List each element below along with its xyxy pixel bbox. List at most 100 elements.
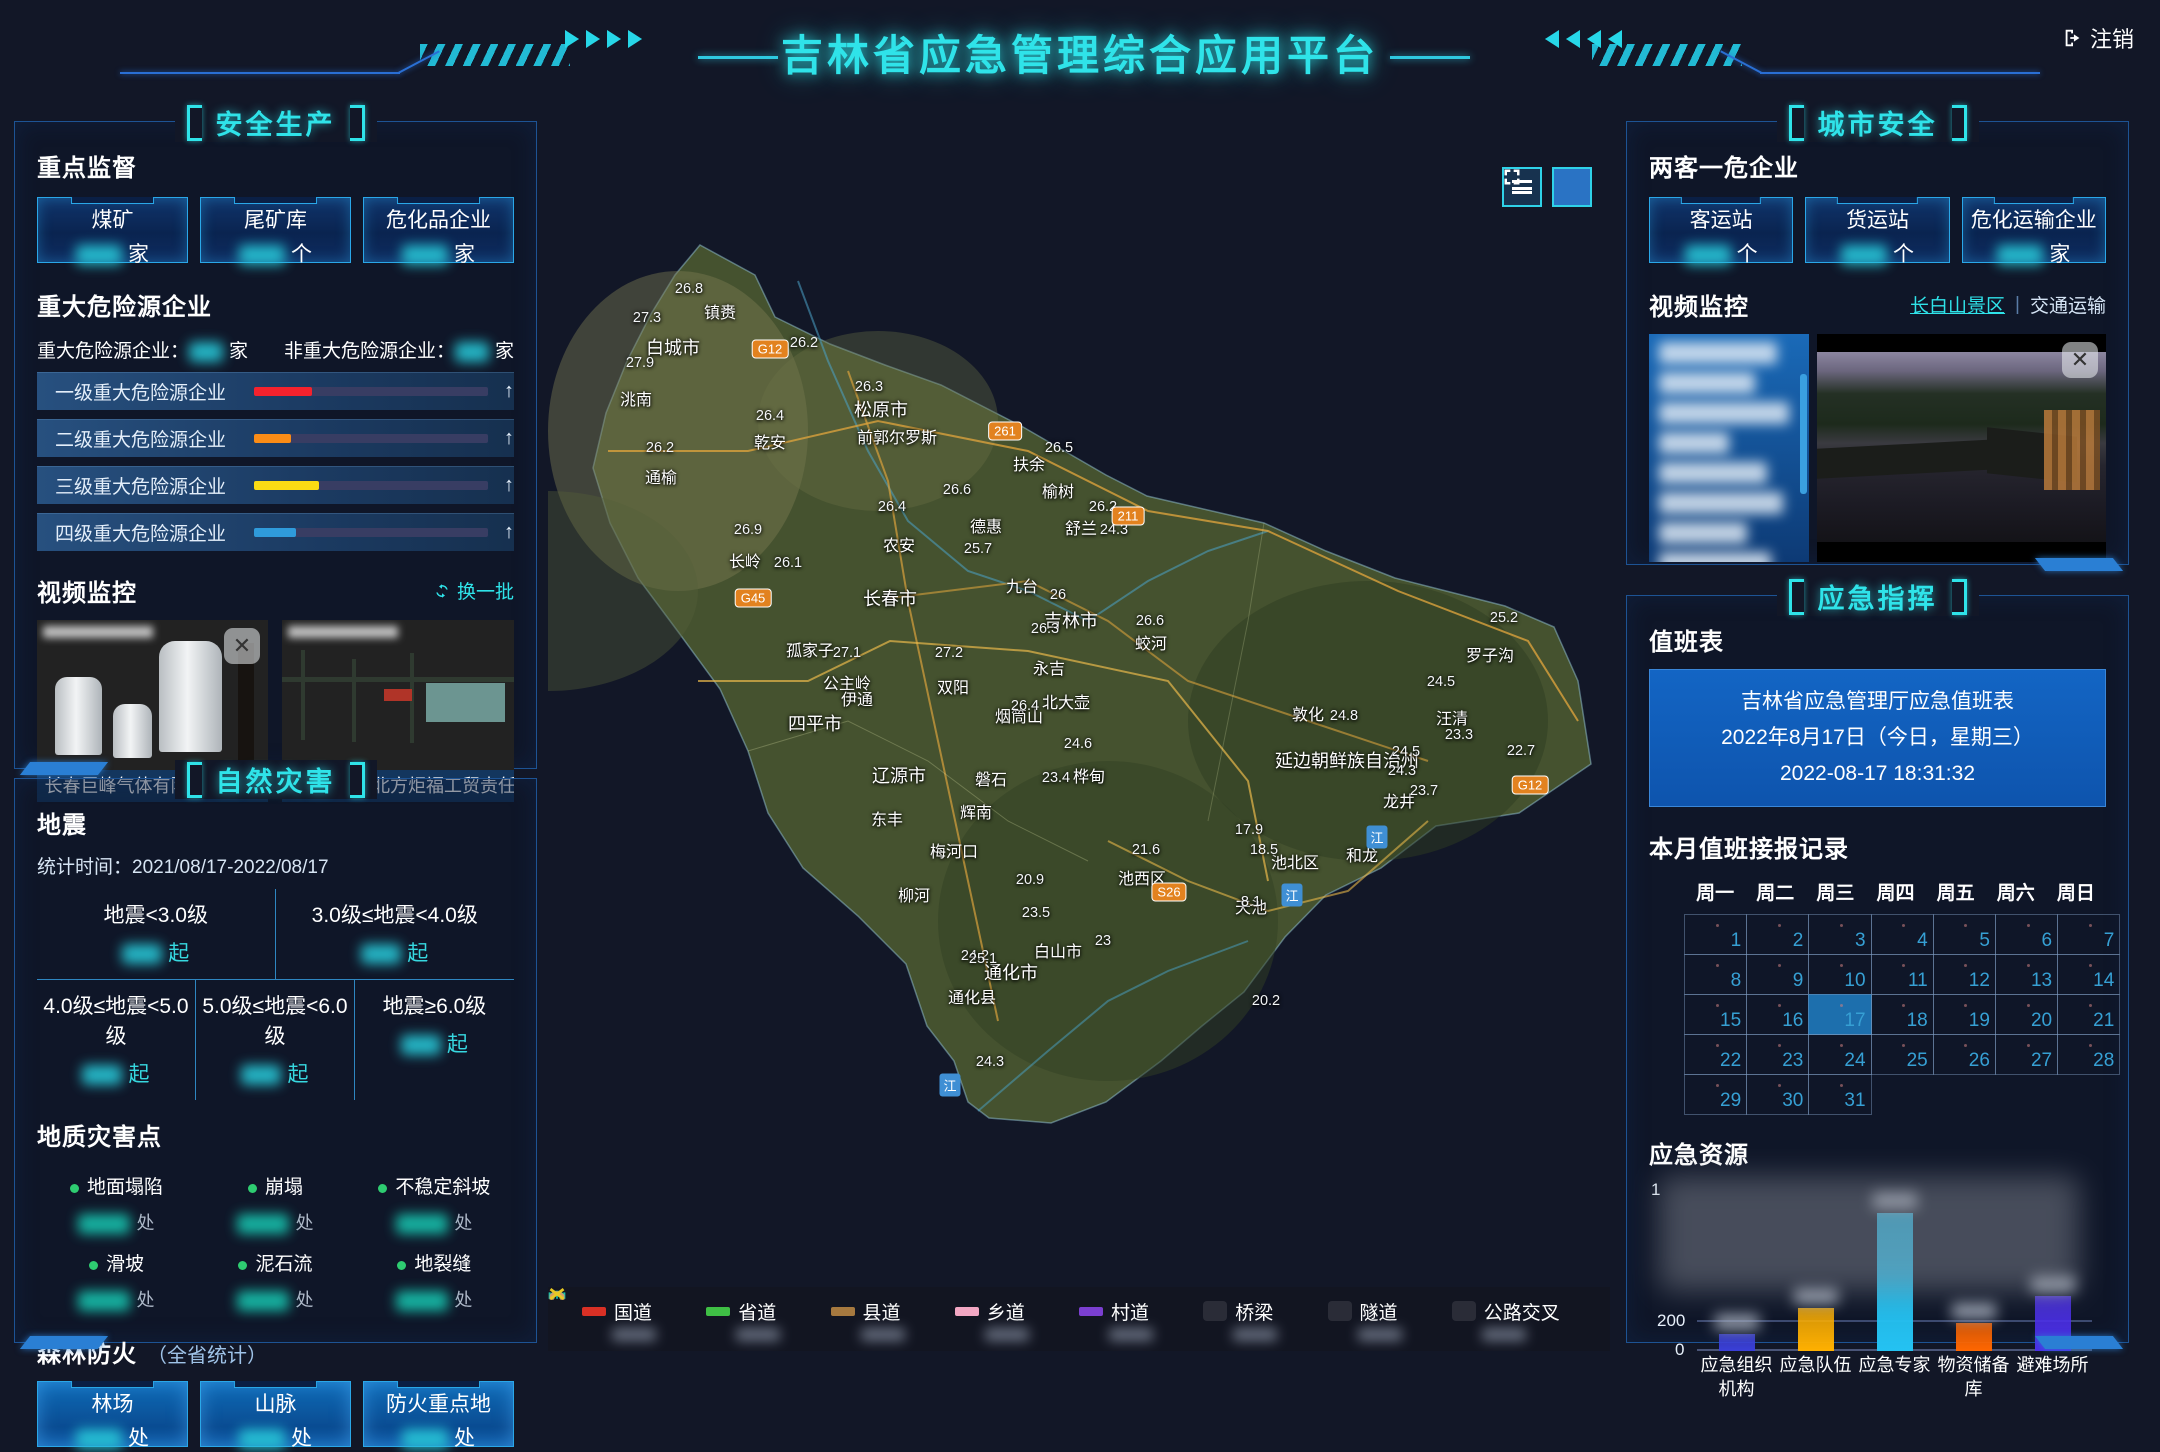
camera-list-item[interactable] (1659, 462, 1767, 484)
header-left-line (120, 72, 400, 74)
calendar-day-30[interactable]: 30 (1746, 1074, 1809, 1115)
close-video-icon[interactable]: ✕ (224, 628, 260, 664)
legend-item-公路交叉[interactable]: 公路交叉 (1452, 1298, 1576, 1341)
calendar-day-20[interactable]: 20 (1995, 994, 2058, 1035)
camera-list-item[interactable] (1659, 342, 1777, 364)
calendar-day-8[interactable]: 8 (1684, 954, 1747, 995)
stat-button-林场[interactable]: 林场处 (37, 1381, 188, 1447)
calendar-day-number: 24 (1844, 1050, 1865, 1072)
calendar-day-5[interactable]: 5 (1933, 914, 1996, 955)
geo-hazard-item: 地裂缝处 (355, 1249, 514, 1312)
calendar-day-23[interactable]: 23 (1746, 1034, 1809, 1075)
logout-button[interactable]: 注销 (2062, 22, 2134, 54)
refresh-batch-button[interactable]: 换一批 (433, 577, 514, 604)
camera-list-item[interactable] (1659, 402, 1789, 424)
calendar-day-10[interactable]: 10 (1808, 954, 1871, 995)
map-temperature-label: 26.5 (1045, 440, 1073, 456)
legend-item-top: 桥梁 (1203, 1298, 1273, 1325)
camera-list-item[interactable] (1659, 372, 1755, 394)
camera-list-item[interactable] (1659, 492, 1783, 514)
map-city-label: 乾安 (754, 429, 786, 453)
calendar-day-27[interactable]: 27 (1995, 1034, 2058, 1075)
video-player[interactable]: ✕ (1817, 334, 2106, 562)
camera-list-item[interactable] (1659, 552, 1771, 562)
calendar-day-29[interactable]: 29 (1684, 1074, 1747, 1115)
masked-count (402, 1429, 448, 1449)
link-changbaishan[interactable]: 长白山景区 (1910, 291, 2005, 318)
calendar-day-12[interactable]: 12 (1933, 954, 1996, 995)
calendar-day-24[interactable]: 24 (1808, 1034, 1871, 1075)
calendar-day-9[interactable]: 9 (1746, 954, 1809, 995)
camera-list-item[interactable] (1659, 522, 1747, 544)
stat-button-尾矿库[interactable]: 尾矿库个 (200, 197, 351, 263)
calendar-day-18[interactable]: 18 (1871, 994, 1934, 1035)
calendar-day-22[interactable]: 22 (1684, 1034, 1747, 1075)
duty-line-3: 2022-08-17 18:31:32 (1660, 756, 2095, 792)
calendar-day-2[interactable]: 2 (1746, 914, 1809, 955)
camera-list-item[interactable] (1659, 432, 1729, 454)
geo-hazard-grid: 地面塌陷处崩塌处不稳定斜坡处滑坡处泥石流处地裂缝处 (37, 1158, 514, 1312)
stat-button-山脉[interactable]: 山脉处 (200, 1381, 351, 1447)
map-city-label: 柳河 (898, 882, 930, 906)
y-tick-200: 200 (1657, 1311, 1685, 1331)
calendar-day-13[interactable]: 13 (1995, 954, 2058, 995)
stat-button-危化运输企业[interactable]: 危化运输企业家 (1962, 197, 2106, 263)
calendar-day-31[interactable]: 31 (1808, 1074, 1871, 1115)
calendar-day-19[interactable]: 19 (1933, 994, 1996, 1035)
calendar-day-3[interactable]: 3 (1808, 914, 1871, 955)
camera-list[interactable] (1649, 334, 1809, 562)
close-player-icon[interactable]: ✕ (2062, 342, 2098, 378)
legend-item-top: 省道 (706, 1298, 776, 1325)
calendar-day-28[interactable]: 28 (2057, 1034, 2120, 1075)
calendar-day-14[interactable]: 14 (2057, 954, 2120, 995)
calendar-day-number: 16 (1782, 1010, 1803, 1032)
earthquake-range-label: 地震<3.0级 (37, 899, 275, 929)
link-transport[interactable]: 交通运输 (2030, 291, 2106, 318)
calendar-day-16[interactable]: 16 (1746, 994, 1809, 1035)
masked-count (239, 1429, 285, 1449)
panel-natural-disaster: 自然灾害 地震 统计时间：2021/08/17-2022/08/17 地震<3.… (14, 778, 537, 1343)
map-temperature-label: 27.3 (633, 310, 661, 326)
stat-button-货运站[interactable]: 货运站个 (1805, 197, 1949, 263)
map-city-label: 德惠 (970, 513, 1002, 537)
earthquake-range-label: 3.0级≤地震<4.0级 (276, 899, 515, 929)
calendar-day-number: 10 (1844, 970, 1865, 992)
legend-item-县道[interactable]: 县道 (831, 1298, 955, 1341)
stat-unit: 家 (128, 243, 149, 266)
calendar-day-21[interactable]: 21 (2057, 994, 2120, 1035)
earthquake-unit: 起 (128, 1063, 149, 1086)
earthquake-unit: 起 (287, 1063, 308, 1086)
stat-label: 防火重点地 (364, 1388, 513, 1418)
map-fullscreen-button[interactable] (1552, 167, 1592, 207)
calendar-day-7[interactable]: 7 (2057, 914, 2120, 955)
calendar-day-number: 13 (2031, 970, 2052, 992)
calendar-day-1[interactable]: 1 (1684, 914, 1747, 955)
legend-item-乡道[interactable]: 乡道 (955, 1298, 1079, 1341)
forest-fire-stats: 林场处山脉处防火重点地处 (37, 1381, 514, 1447)
stat-button-防火重点地[interactable]: 防火重点地处 (363, 1381, 514, 1447)
stat-button-危化品企业[interactable]: 危化品企业家 (363, 197, 514, 263)
y-tick-0: 0 (1675, 1340, 1684, 1360)
storage-tank (113, 704, 152, 758)
two-passenger-one-danger-heading: 两客一危企业 (1649, 148, 2106, 183)
calendar-day-4[interactable]: 4 (1871, 914, 1934, 955)
geo-hazard-top: 地裂缝 (355, 1249, 514, 1276)
map-area[interactable]: 镇赉白城市洮南通榆乾安松原市前郭尔罗斯扶余榆树德惠农安长岭舒兰九台长春市吉林市蛟… (548, 121, 1610, 1351)
calendar-day-6[interactable]: 6 (1995, 914, 2058, 955)
calendar-day-17[interactable]: 17 (1808, 994, 1871, 1035)
legend-item-村道[interactable]: 村道 (1079, 1298, 1203, 1341)
calendar-day-25[interactable]: 25 (1871, 1034, 1934, 1075)
calendar-day-26[interactable]: 26 (1933, 1034, 1996, 1075)
legend-item-桥梁[interactable]: 桥梁 (1203, 1298, 1327, 1341)
stat-button-煤矿[interactable]: 煤矿家 (37, 197, 188, 263)
camera-list-scrollbar[interactable] (1800, 374, 1807, 494)
stat-value: 处 (201, 1422, 350, 1452)
legend-item-省道[interactable]: 省道 (706, 1298, 830, 1341)
legend-item-国道[interactable]: 国道 (582, 1298, 706, 1341)
calendar-day-15[interactable]: 15 (1684, 994, 1747, 1035)
calendar-day-11[interactable]: 11 (1871, 954, 1934, 995)
legend-item-隧道[interactable]: 隧道 (1328, 1298, 1452, 1341)
stat-value: 个 (1806, 238, 1948, 268)
masked-value (1233, 1328, 1277, 1341)
stat-button-客运站[interactable]: 客运站个 (1649, 197, 1793, 263)
